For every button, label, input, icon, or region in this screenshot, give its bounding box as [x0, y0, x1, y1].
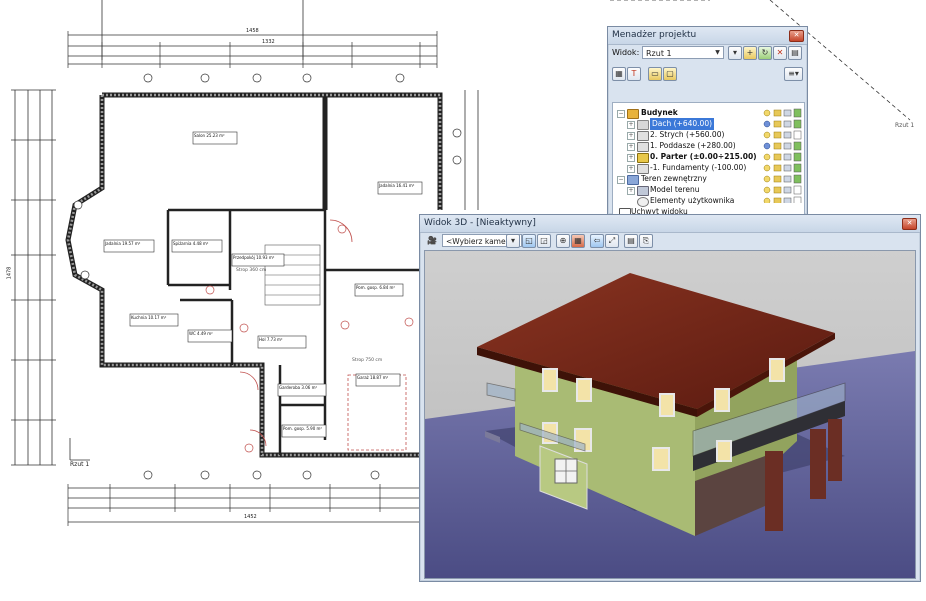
view3d-window[interactable]: Widok 3D - [Nieaktywny] ✕ 🎥 <Wybierz kam…	[419, 214, 921, 582]
view3d-titlebar[interactable]: Widok 3D - [Nieaktywny] ✕	[420, 215, 920, 233]
view-label: Widok:	[612, 48, 640, 57]
orbit-button[interactable]: ◲	[537, 234, 551, 248]
stair-note2: Strop 750 cm	[352, 358, 383, 363]
view-add-button[interactable]: +	[743, 46, 757, 60]
project-manager-title: Menadżer projektu	[612, 30, 697, 40]
view-refresh-button[interactable]: ↻	[758, 46, 772, 60]
add-folder-button[interactable]: ▭	[648, 67, 662, 81]
room-label-garaz: Garaż 18.87 m²	[357, 375, 389, 380]
chevron-down-icon: ▼	[715, 49, 720, 56]
close-button[interactable]: ✕	[789, 30, 804, 42]
settings-dropdown-button[interactable]: ≡▾	[784, 67, 803, 81]
expand-icon[interactable]: +	[627, 187, 635, 195]
room-label-wc: WC 4.49 m²	[189, 331, 213, 336]
house-3d-render	[425, 251, 915, 578]
room-label-pom-gosp-2: Pom. gosp. 5.90 m²	[283, 426, 323, 431]
view-delete-button[interactable]: ✕	[773, 46, 787, 60]
room-label-jadalnia-1: Jadalnia 16.41 m²	[379, 183, 415, 188]
expand-icon[interactable]: +	[627, 165, 635, 173]
plan-right-label: Rzut 1	[895, 122, 915, 129]
zoom-button[interactable]: ⊕	[556, 234, 570, 248]
collapse-icon[interactable]: −	[617, 110, 625, 118]
view-open-button[interactable]: ▾	[728, 46, 742, 60]
add-level-button[interactable]: T	[627, 67, 641, 81]
room-label-garderoba: Garderoba 3.06 m²	[279, 385, 318, 390]
room-label-spizarnia: Spiżarnia 4.48 m²	[173, 241, 209, 246]
add-building-button[interactable]: ▦	[612, 67, 626, 81]
collapse-icon[interactable]: −	[617, 176, 625, 184]
camera-icon[interactable]: 🎥	[426, 235, 438, 247]
room-label-salon: Salon 25.23 m²	[194, 133, 225, 138]
view3d-title: Widok 3D - [Nieaktywny]	[424, 218, 536, 228]
pan-button[interactable]: ⇦	[590, 234, 604, 248]
plan-dim-top: 1458	[246, 28, 259, 34]
render-mode-button[interactable]: ▦	[571, 234, 585, 248]
close-button[interactable]: ✕	[902, 218, 917, 230]
print-button[interactable]: ▤	[624, 234, 638, 248]
plan-dim-top2: 1332	[262, 39, 275, 45]
perspective-button[interactable]: ◱	[522, 234, 536, 248]
add-item-button[interactable]: ▢	[663, 67, 677, 81]
tree-status-icons	[763, 107, 803, 206]
view-select-value: Rzut 1	[646, 49, 672, 58]
room-label-przedpokoj: Przedpokój 10.93 m²	[233, 255, 275, 260]
rotate-button[interactable]: ⤢	[605, 234, 619, 248]
room-label-kuchnia: Kuchnia 10.17 m²	[131, 315, 167, 320]
plan-rzut-label: Rzut 1	[70, 461, 90, 468]
room-label-pom-gosp-1: Pom. gosp. 6.84 m²	[356, 285, 396, 290]
expand-icon[interactable]: +	[627, 143, 635, 151]
view3d-viewport[interactable]	[424, 250, 916, 579]
view-select[interactable]: Rzut 1 ▼	[642, 46, 724, 59]
project-manager-titlebar[interactable]: Menadżer projektu ✕	[608, 27, 807, 45]
expand-icon[interactable]: +	[627, 121, 635, 129]
camera-settings-button[interactable]: ▾	[506, 234, 520, 248]
view-properties-button[interactable]: ▤	[788, 46, 802, 60]
plan-dim-left: 1478	[6, 266, 13, 280]
room-label-hol: Hol 7.73 m²	[259, 337, 283, 342]
expand-icon[interactable]: +	[627, 154, 635, 162]
plan-dim-bottom: 1452	[244, 514, 257, 520]
room-label-jadalnia-2: Jadalnia 19.57 m²	[105, 241, 141, 246]
expand-icon[interactable]: +	[627, 132, 635, 140]
project-manager-window[interactable]: Menadżer projektu ✕ Widok: Rzut 1 ▼ ▾ + …	[607, 26, 808, 234]
export-button[interactable]: ⎘	[639, 234, 653, 248]
stair-note: Strop 360 cm	[236, 268, 267, 273]
